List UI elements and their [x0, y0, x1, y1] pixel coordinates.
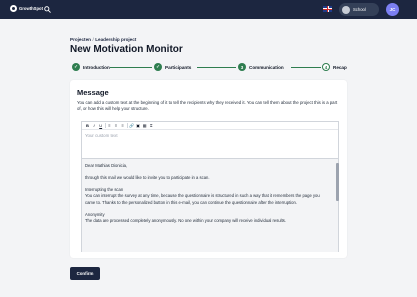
- check-icon: ✓: [72, 63, 80, 71]
- confirm-button[interactable]: Confirm: [70, 267, 100, 280]
- toolbar-divider: [104, 123, 106, 128]
- italic-button[interactable]: I: [92, 123, 97, 129]
- bullet-list-icon[interactable]: ≡: [107, 123, 112, 129]
- school-avatar-icon: [342, 5, 350, 14]
- step-label: Introduction: [83, 64, 110, 70]
- align-icon[interactable]: ≡: [120, 123, 125, 129]
- step-recap[interactable]: 4 Recap: [322, 63, 347, 71]
- step-communication[interactable]: 3 Communication: [238, 63, 284, 71]
- growthspot-logo[interactable]: GrowthSpot: [10, 5, 43, 12]
- message-editor: B I U ≡ ≡ ≡ 🔗 ▣ ▦ ⌗ Your custom text Dea…: [81, 121, 339, 252]
- school-label: School: [353, 7, 366, 12]
- template-anonymity-body: The data are processed completely anonym…: [85, 217, 287, 223]
- message-title: Message: [77, 88, 109, 97]
- step-connector: [110, 66, 152, 68]
- uk-flag-icon[interactable]: [323, 6, 332, 12]
- breadcrumb: Projecten / Leadership project: [70, 37, 136, 42]
- page-title: New Motivation Monitor: [70, 44, 183, 55]
- step-number: 3: [238, 63, 246, 71]
- message-intro: You can add a custom text at the beginni…: [77, 100, 338, 112]
- email-template-preview: Dear Mathias Dionicia, through this mail…: [82, 159, 338, 252]
- custom-text-input[interactable]: Your custom text: [82, 130, 338, 159]
- breadcrumb-projects[interactable]: Projecten: [70, 37, 91, 42]
- step-participants[interactable]: ✓ Participants: [154, 63, 191, 71]
- step-number: 4: [322, 63, 330, 71]
- step-connector: [197, 66, 236, 68]
- step-label: Recap: [333, 64, 347, 70]
- underline-button[interactable]: U: [98, 123, 103, 129]
- step-label: Communication: [249, 64, 284, 70]
- editor-scrollbar[interactable]: [336, 163, 339, 201]
- link-icon[interactable]: 🔗: [129, 123, 134, 129]
- breadcrumb-separator: /: [92, 37, 94, 42]
- top-navbar: GrowthSpot School JC: [0, 0, 417, 19]
- message-card: Message You can add a custom text at the…: [70, 80, 347, 258]
- numbered-list-icon[interactable]: ≡: [114, 123, 119, 129]
- bold-button[interactable]: B: [85, 123, 90, 129]
- progress-stepper: ✓ Introduction ✓ Participants 3 Communic…: [70, 63, 348, 75]
- toolbar-divider: [126, 123, 128, 128]
- check-icon: ✓: [154, 63, 162, 71]
- logo-mark-icon: [10, 5, 17, 12]
- breadcrumb-current-project[interactable]: Leadership project: [95, 37, 136, 42]
- step-connector: [291, 66, 321, 68]
- logo-text: GrowthSpot: [19, 6, 43, 11]
- image-icon[interactable]: ▣: [136, 123, 141, 129]
- template-greeting: Dear Mathias Dionicia,: [85, 163, 128, 168]
- table-icon[interactable]: ▦: [142, 123, 147, 129]
- template-invite: through this mail we would like to invit…: [85, 175, 210, 181]
- school-switcher[interactable]: School: [339, 3, 379, 16]
- search-icon[interactable]: [44, 6, 51, 13]
- user-avatar[interactable]: JC: [386, 3, 399, 16]
- code-icon[interactable]: ⌗: [149, 123, 154, 129]
- editor-toolbar: B I U ≡ ≡ ≡ 🔗 ▣ ▦ ⌗: [82, 122, 338, 130]
- step-label: Participants: [165, 64, 192, 70]
- template-interrupt-body: You can interrupt the survey at any time…: [85, 193, 320, 205]
- step-introduction[interactable]: ✓ Introduction: [72, 63, 110, 71]
